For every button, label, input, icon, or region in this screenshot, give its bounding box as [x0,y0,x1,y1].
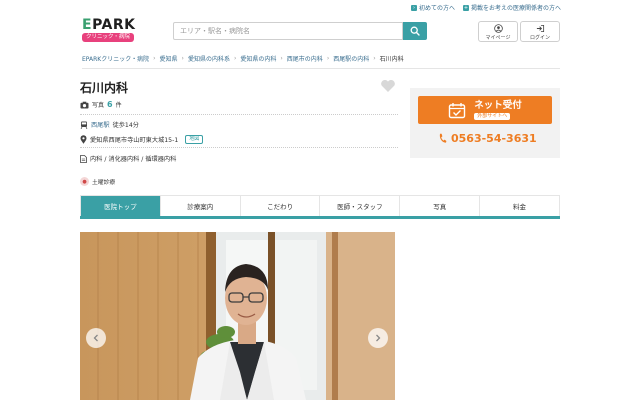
dotted-divider [80,114,398,115]
logo-park: PARK [92,17,136,33]
map-button[interactable]: 地図 [185,135,204,144]
saturday-label: 土曜診療 [92,180,116,186]
search-input[interactable] [173,22,403,40]
saturday-icon: ● [80,177,89,186]
doctor-photo [80,232,395,400]
login-button[interactable]: ログイン [520,21,560,42]
listing-info-link[interactable]: + 掲載をお考えの医療関係者の方へ [463,3,561,12]
breadcrumb: EPARKクリニック・病院 › 愛知県 › 愛知県の内科系 › 愛知県の内科 ›… [82,54,404,63]
tab-fees[interactable]: 料金 [480,196,560,216]
login-label: ログイン [529,35,550,41]
breadcrumb-item[interactable]: 愛知県の内科系 [188,54,230,63]
plus-icon: + [463,4,469,11]
mypage-button[interactable]: マイページ [478,21,518,42]
breadcrumb-item[interactable]: 西尾市の内科 [287,54,323,63]
top-utility-bar: › 初めての方へ + 掲載をお考えの医療関係者の方へ [0,0,640,14]
first-time-link[interactable]: › 初めての方へ [411,3,455,12]
search-icon [410,26,420,36]
train-icon [80,121,88,129]
tab-treatment-info[interactable]: 診療案内 [160,196,241,216]
breadcrumb-item[interactable]: 愛知県の内科 [240,54,276,63]
first-time-link-label: 初めての方へ [419,5,456,12]
reservation-panel: ネット受付 外部サイトへ 0563-54-3631 [410,88,560,158]
breadcrumb-item[interactable]: 愛知県 [160,54,178,63]
breadcrumb-separator: › [373,55,376,62]
phone-number-link[interactable]: 0563-54-3631 [438,132,537,145]
breadcrumb-current: 石川内科 [379,56,404,63]
favorite-button[interactable] [380,79,396,95]
photos-count: 6 [107,100,113,109]
carousel-prev-button[interactable] [86,328,106,348]
carousel-next-button[interactable] [368,328,388,348]
divider [82,68,560,69]
heart-icon [381,79,395,92]
dotted-divider [80,147,398,148]
camera-icon [80,101,89,109]
clinic-name: 石川内科 [80,81,129,95]
breadcrumb-separator: › [233,55,237,62]
departments-text: 内科 / 消化器内科 / 循環器内科 [90,156,177,163]
address-text: 愛知県西尾市寺山町東大城15-1 [90,137,179,144]
logo-e-mark: E [82,17,93,33]
departments-row: 内科 / 消化器内科 / 循環器内科 [80,154,176,163]
logo-sub-badge: クリニック・病院 [82,33,134,42]
breadcrumb-item[interactable]: 西尾駅の内科 [333,54,369,63]
breadcrumb-item[interactable]: EPARKクリニック・病院 [82,54,149,63]
breadcrumb-separator: › [181,55,184,62]
net-reservation-text: ネット受付 外部サイトへ [474,100,522,120]
chevron-left-icon [93,334,98,342]
listing-info-link-label: 掲載をお考えの医療関係者の方へ [471,5,562,12]
net-reservation-title: ネット受付 [474,100,522,111]
tab-photos[interactable]: 写真 [400,196,481,216]
photos-unit: 件 [115,102,122,109]
tab-clinic-top[interactable]: 医院トップ [80,196,161,216]
mypage-label: マイページ [485,35,511,41]
search-button[interactable] [403,22,427,40]
document-icon [80,154,87,163]
tab-doctors-staff[interactable]: 医師・スタッフ [320,196,401,216]
external-site-label: 外部サイトへ [474,113,511,120]
phone-number: 0563-54-3631 [451,132,537,145]
calendar-icon [449,102,466,118]
breadcrumb-separator: › [326,55,330,62]
photos-label: 写真 [92,102,105,109]
photo-count-link[interactable]: 写真 6 件 [80,100,122,109]
logo-main: EPARK [82,18,142,32]
map-pin-icon [80,135,87,144]
net-reservation-button[interactable]: ネット受付 外部サイトへ [418,96,552,124]
login-icon [536,24,544,33]
phone-icon [439,133,447,143]
user-icon [493,24,503,33]
tab-commitment[interactable]: こだわり [240,196,321,216]
info-icon: › [411,4,417,11]
access-row: 西尾駅 徒歩14分 [80,120,139,129]
walk-time: 徒歩14分 [112,122,139,129]
chevron-right-icon [376,334,381,342]
station-link[interactable]: 西尾駅 [91,120,110,129]
breadcrumb-separator: › [153,55,156,62]
address-row: 愛知県西尾市寺山町東大城15-1 地図 [80,135,204,144]
photo-carousel [80,232,395,400]
epark-logo[interactable]: EPARK クリニック・病院 [82,18,142,42]
saturday-badge: ● 土曜診療 [80,177,115,186]
breadcrumb-separator: › [280,55,283,62]
clinic-tabs: 医院トップ 診療案内 こだわり 医師・スタッフ 写真 料金 [80,195,560,219]
